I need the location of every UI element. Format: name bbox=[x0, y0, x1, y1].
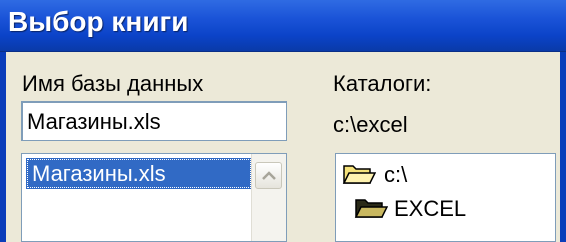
directory-tree[interactable]: c:\ EXCEL bbox=[335, 153, 556, 242]
window-title: Выбор книги bbox=[8, 6, 189, 37]
database-name-input[interactable]: Магазины.xls bbox=[21, 101, 287, 141]
folder-open-icon bbox=[354, 196, 389, 225]
tree-item-label: EXCEL bbox=[394, 196, 467, 221]
current-directory-path: c:\excel bbox=[333, 112, 408, 137]
directories-label: Каталоги: bbox=[333, 71, 432, 96]
database-name-value: Магазины.xls bbox=[27, 109, 161, 134]
window-frame-right bbox=[560, 52, 566, 242]
tree-item-excel[interactable]: EXCEL bbox=[354, 194, 544, 224]
chevron-up-icon bbox=[262, 171, 276, 180]
database-file-list[interactable]: Магазины.xls bbox=[21, 153, 287, 242]
list-scrollbar[interactable] bbox=[251, 154, 286, 241]
list-item-label: Магазины.xls bbox=[32, 161, 166, 186]
scroll-up-button[interactable] bbox=[255, 162, 282, 189]
title-bar[interactable]: Выбор книги bbox=[0, 0, 566, 52]
list-item[interactable]: Магазины.xls bbox=[26, 158, 252, 189]
folder-open-icon bbox=[342, 162, 377, 191]
tree-item-root[interactable]: c:\ bbox=[342, 160, 542, 190]
tree-item-label: c:\ bbox=[384, 162, 408, 187]
database-name-label: Имя базы данных bbox=[22, 71, 204, 96]
